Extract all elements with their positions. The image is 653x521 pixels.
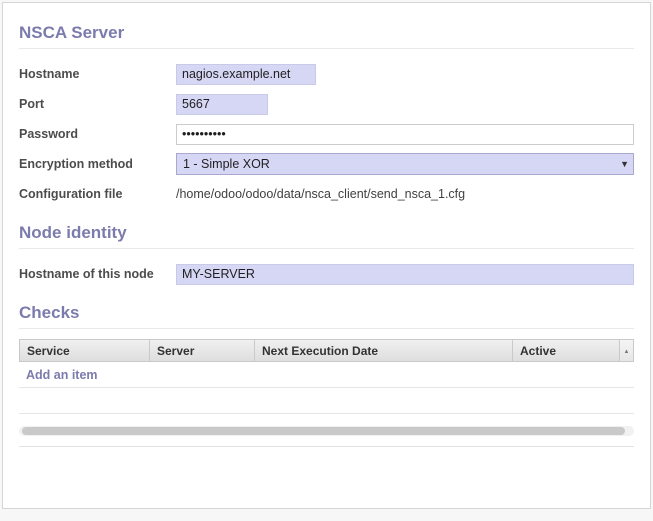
horizontal-scrollbar[interactable] xyxy=(19,426,634,436)
table-row-empty xyxy=(19,388,634,414)
section-title-checks: Checks xyxy=(19,303,634,329)
node-hostname-label: Hostname of this node xyxy=(19,267,176,281)
port-input[interactable] xyxy=(176,94,268,115)
encryption-method-value: 1 - Simple XOR xyxy=(183,157,270,171)
checks-table: Service Server Next Execution Date Activ… xyxy=(19,339,634,447)
hostname-input[interactable] xyxy=(176,64,316,85)
node-hostname-row: Hostname of this node xyxy=(19,259,634,289)
add-an-item-link[interactable]: Add an item xyxy=(26,368,98,382)
table-scrollbar-stub: ▲ xyxy=(620,340,633,361)
column-header-active[interactable]: Active xyxy=(513,340,620,361)
port-label: Port xyxy=(19,97,176,111)
encryption-method-select[interactable]: 1 - Simple XOR ▼ xyxy=(176,153,634,175)
hostname-row: Hostname xyxy=(19,59,634,89)
scrollbar-up-icon: ▲ xyxy=(624,349,630,355)
password-label: Password xyxy=(19,127,176,141)
add-an-item-row: Add an item xyxy=(19,362,634,388)
scrollbar-thumb[interactable] xyxy=(22,427,625,435)
node-identity-form: Hostname of this node xyxy=(19,259,634,289)
column-header-next-execution-date[interactable]: Next Execution Date xyxy=(255,340,513,361)
hostname-label: Hostname xyxy=(19,67,176,81)
form-sheet: NSCA Server Hostname Port Password Encry… xyxy=(2,2,651,509)
node-hostname-input[interactable] xyxy=(176,264,634,285)
encryption-method-row: Encryption method 1 - Simple XOR ▼ xyxy=(19,149,634,179)
configuration-file-row: Configuration file /home/odoo/odoo/data/… xyxy=(19,179,634,209)
password-input[interactable] xyxy=(176,124,634,145)
password-row: Password xyxy=(19,119,634,149)
table-footer xyxy=(19,414,634,447)
encryption-method-label: Encryption method xyxy=(19,157,176,171)
configuration-file-value: /home/odoo/odoo/data/nsca_client/send_ns… xyxy=(176,187,465,201)
nsca-server-form: Hostname Port Password Encryption method… xyxy=(19,59,634,209)
column-header-service[interactable]: Service xyxy=(20,340,150,361)
column-header-server[interactable]: Server xyxy=(150,340,255,361)
section-title-nsca-server: NSCA Server xyxy=(19,23,634,49)
configuration-file-label: Configuration file xyxy=(19,187,176,201)
checks-table-header: Service Server Next Execution Date Activ… xyxy=(19,339,634,362)
port-row: Port xyxy=(19,89,634,119)
dropdown-arrow-icon: ▼ xyxy=(620,160,629,169)
section-title-node-identity: Node identity xyxy=(19,223,634,249)
